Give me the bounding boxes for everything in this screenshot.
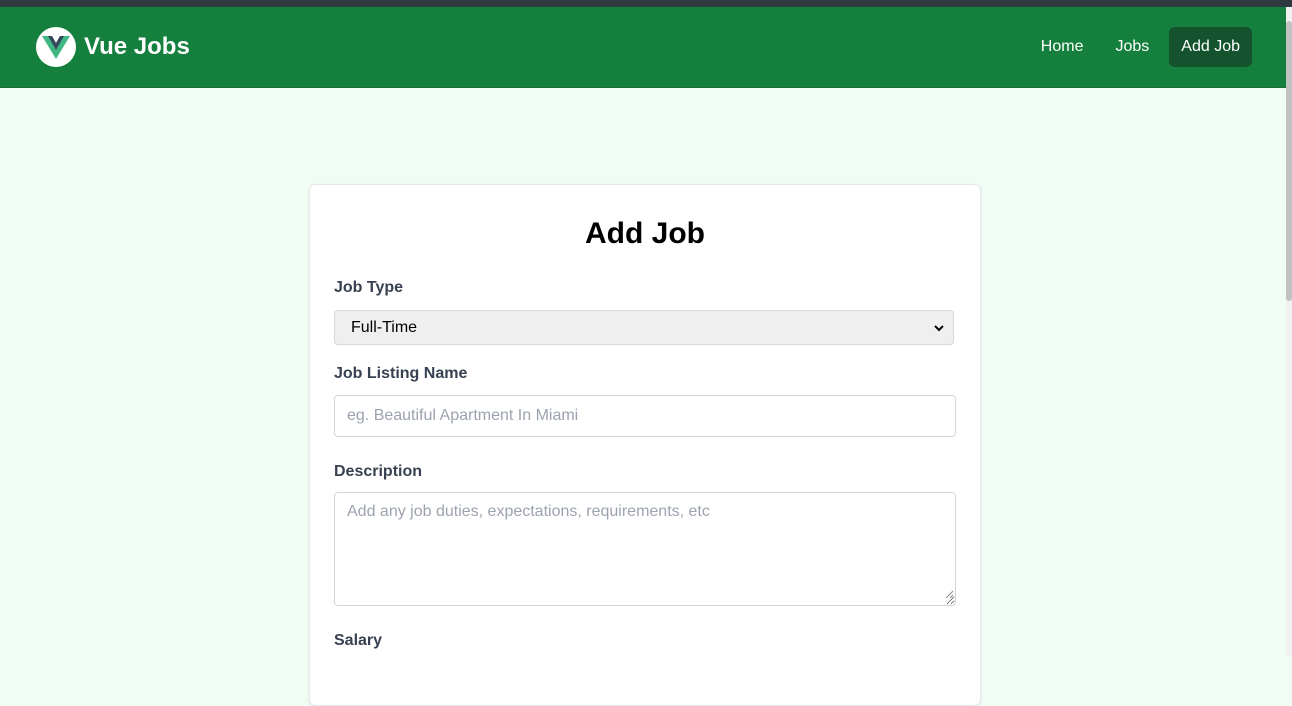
nav-home-link[interactable]: Home: [1029, 27, 1096, 67]
scrollbar-thumb[interactable]: [1286, 21, 1292, 301]
job-type-select[interactable]: Full-Time: [334, 310, 954, 345]
description-textarea[interactable]: [334, 492, 956, 606]
job-listing-name-label: Job Listing Name: [334, 365, 468, 382]
main-nav: Home Jobs Add Job: [1029, 27, 1252, 67]
description-label: Description: [334, 463, 423, 480]
nav-add-job-link[interactable]: Add Job: [1169, 27, 1252, 67]
page-scrollbar[interactable]: [1286, 7, 1292, 656]
nav-jobs-link[interactable]: Jobs: [1103, 27, 1161, 67]
add-job-card: Add Job Job Type Full-Time Job Listing N…: [309, 184, 981, 706]
form-title: Add Job: [585, 217, 705, 250]
resize-grip-icon[interactable]: [945, 586, 954, 604]
job-type-value: Full-Time: [351, 318, 418, 336]
job-listing-name-input[interactable]: [334, 395, 956, 437]
salary-label: Salary: [334, 632, 383, 649]
navbar: Vue Jobs Home Jobs Add Job: [0, 7, 1286, 88]
chevron-down-icon: [933, 321, 945, 339]
vue-logo-icon: [36, 27, 76, 67]
job-type-label: Job Type: [334, 279, 404, 296]
brand-name: Vue Jobs: [84, 33, 190, 60]
brand-link[interactable]: Vue Jobs: [36, 27, 190, 67]
window-top-strip: [0, 0, 1292, 7]
description-wrapper: [334, 492, 956, 606]
